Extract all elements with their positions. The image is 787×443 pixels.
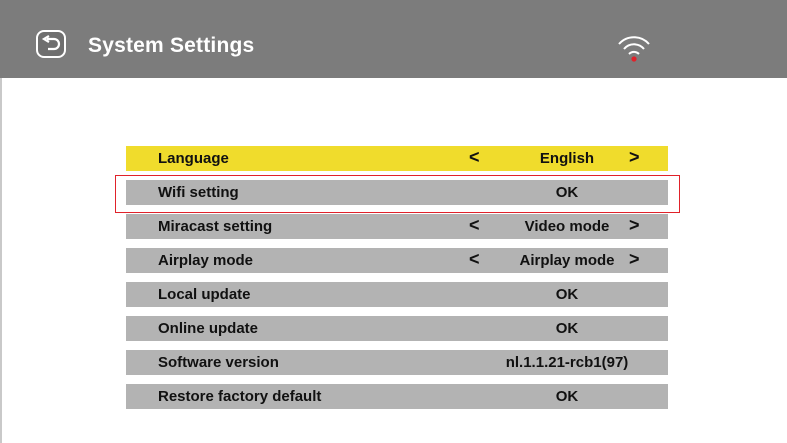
setting-row-online-update[interactable]: Online update OK [126, 316, 668, 341]
setting-row-miracast[interactable]: Miracast setting < Video mode > [126, 214, 668, 239]
back-button[interactable] [36, 30, 66, 58]
wifi-icon [618, 36, 650, 62]
setting-label: Airplay mode [158, 252, 254, 269]
header-bar: System Settings [0, 0, 787, 78]
arrow-right-icon[interactable]: > [629, 249, 640, 270]
setting-label: Local update [158, 286, 251, 303]
setting-label: Software version [158, 354, 279, 371]
setting-label: Wifi setting [158, 184, 239, 201]
arrow-right-icon[interactable]: > [629, 147, 640, 168]
setting-value: OK [555, 184, 579, 201]
setting-row-language[interactable]: Language < English > [126, 146, 668, 171]
setting-row-software-version[interactable]: Software version nl.1.1.21-rcb1(97) [126, 350, 668, 375]
setting-value: OK [555, 286, 579, 303]
setting-row-wifi[interactable]: Wifi setting OK [126, 180, 668, 205]
setting-row-restore-factory[interactable]: Restore factory default OK [126, 384, 668, 409]
arrow-right-icon[interactable]: > [629, 215, 640, 236]
setting-value: nl.1.1.21-rcb1(97) [505, 354, 629, 371]
setting-row-local-update[interactable]: Local update OK [126, 282, 668, 307]
setting-value: OK [555, 320, 579, 337]
setting-label: Restore factory default [158, 388, 322, 405]
setting-label: Miracast setting [158, 218, 273, 235]
setting-label: Online update [158, 320, 259, 337]
left-divider [0, 78, 2, 443]
back-icon [41, 35, 61, 51]
setting-row-airplay[interactable]: Airplay mode < Airplay mode > [126, 248, 668, 273]
page-title: System Settings [88, 34, 255, 57]
setting-value: OK [555, 388, 579, 405]
settings-list: Language < English > Wifi setting OK Mir… [126, 146, 668, 418]
setting-label: Language [158, 150, 229, 167]
